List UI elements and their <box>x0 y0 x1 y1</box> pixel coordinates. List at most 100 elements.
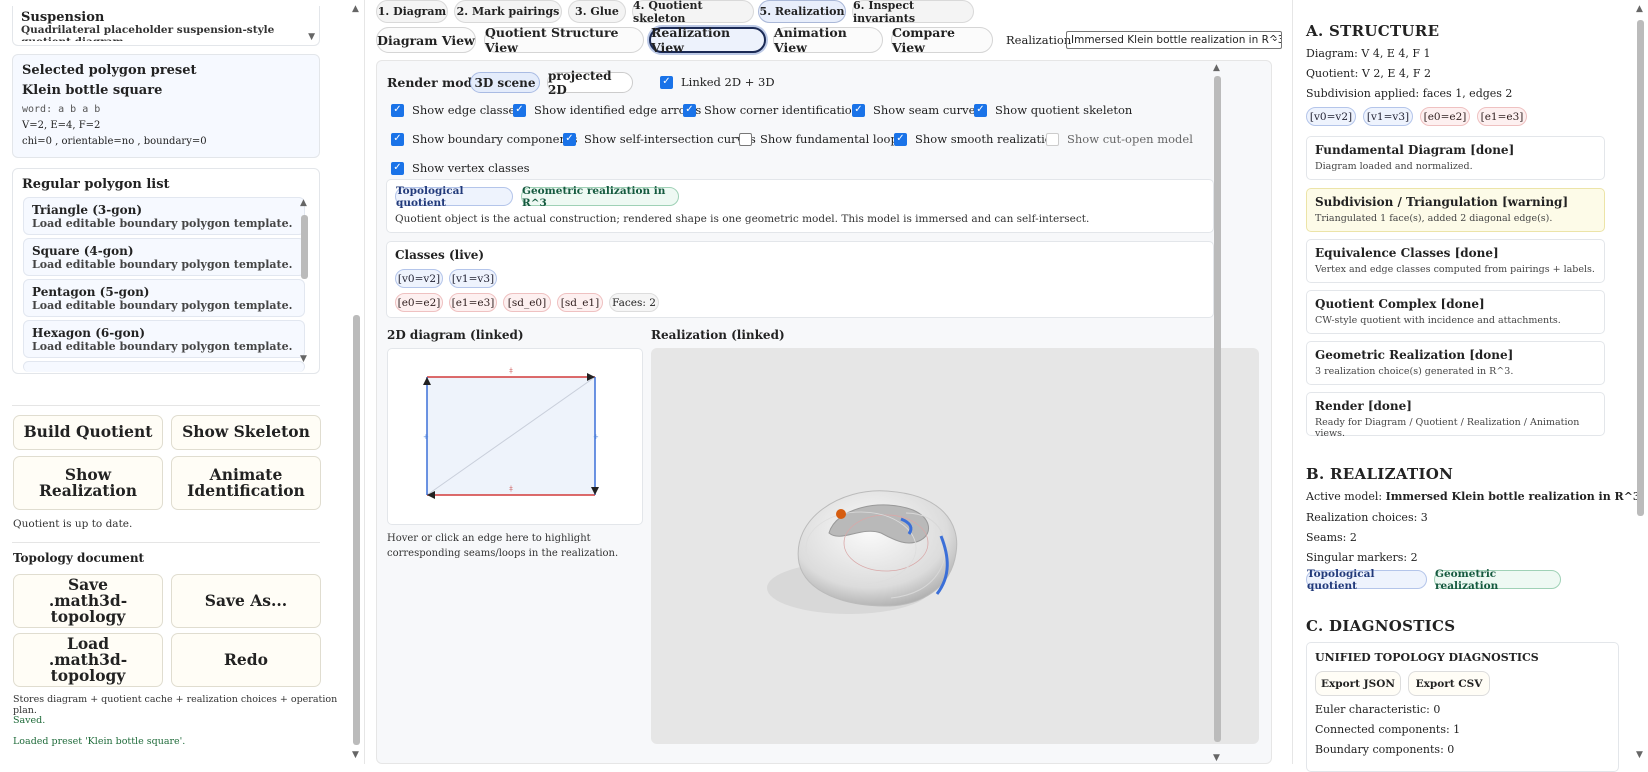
tab-realization[interactable]: 5. Realization <box>758 0 846 23</box>
step-render[interactable]: Render [done] Ready for Diagram / Quotien… <box>1306 392 1605 439</box>
topology-doc-heading: Topology document <box>13 551 145 565</box>
right-scroll-up-icon[interactable]: ▲ <box>1636 5 1643 14</box>
animation-view-button[interactable]: Animation View <box>773 25 883 55</box>
list-scroll-up-icon[interactable]: ▲ <box>300 199 307 208</box>
tab-quotient-skeleton[interactable]: 4. Quotient skeleton <box>632 0 754 25</box>
stage-tabs: 1. Diagram 2. Mark pairings 3. Glue 4. Q… <box>376 0 1276 25</box>
show-corner-identifications-checkbox[interactable]: ✓ Show corner identifications <box>683 103 865 117</box>
diagnostics-card: UNIFIED TOPOLOGY DIAGNOSTICS Export JSON… <box>1306 642 1619 772</box>
chevron-down-icon[interactable]: ▼ <box>308 32 315 42</box>
checkbox-label: Show edge classes <box>412 103 522 117</box>
step-quotient-complex[interactable]: Quotient Complex [done] CW-style quotient… <box>1306 290 1605 334</box>
linked-2d-3d-checkbox[interactable]: ✓ Linked 2D + 3D <box>660 75 775 89</box>
chevron-down-icon: ⌄ <box>1270 33 1279 44</box>
singular-markers-count: Singular markers: 2 <box>1306 551 1418 564</box>
show-cut-open-model-checkbox[interactable]: Show cut-open model <box>1046 132 1193 146</box>
show-edge-classes-checkbox[interactable]: ✓ Show edge classes <box>391 103 521 117</box>
right-scroll-down-icon[interactable]: ▼ <box>1636 751 1643 760</box>
tab-glue[interactable]: 3. Glue <box>568 0 626 23</box>
animate-identification-button[interactable]: Animate Identification <box>171 456 321 510</box>
preset-dropdown[interactable]: Suspension Quadrilateral placeholder sus… <box>12 6 320 46</box>
step-equivalence-classes[interactable]: Equivalence Classes [done] Vertex and edg… <box>1306 239 1605 283</box>
check-icon: ✓ <box>563 132 576 146</box>
topological-quotient-chip: Topological quotient <box>1306 568 1427 592</box>
active-model: Active model: Immersed Klein bottle real… <box>1306 490 1641 503</box>
checkbox-label: Show corner identifications <box>704 103 865 117</box>
list-item[interactable]: Pentagon (5-gon) Load editable boundary p… <box>23 279 305 317</box>
list-item[interactable] <box>23 361 305 372</box>
realization-3d-canvas[interactable] <box>651 348 1259 744</box>
save-topology-button[interactable]: Save .math3d-topology <box>13 574 163 628</box>
list-item-title: Triangle (3-gon) <box>32 203 143 217</box>
save-as-button[interactable]: Save As... <box>171 574 321 628</box>
preset-title: Suspension <box>21 10 105 25</box>
list-item[interactable]: Triangle (3-gon) Load editable boundary p… <box>23 197 305 235</box>
vertex-class-chip: [v1=v3] <box>449 269 497 288</box>
right-scrollbar-thumb[interactable] <box>1637 20 1644 516</box>
left-scroll-down-icon[interactable]: ▼ <box>352 751 359 760</box>
show-vertex-classes-checkbox[interactable]: ✓ Show vertex classes <box>391 161 530 175</box>
diagram2d-canvas[interactable]: ‡ ‡ + + <box>387 348 643 525</box>
export-json-button[interactable]: Export JSON <box>1315 671 1401 696</box>
main-scroll-down-icon[interactable]: ▼ <box>1213 754 1220 763</box>
step-title: Render [done] <box>1315 399 1412 413</box>
show-skeleton-button[interactable]: Show Skeleton <box>171 415 321 450</box>
export-csv-button[interactable]: Export CSV <box>1408 671 1490 696</box>
list-item-sub: Load editable boundary polygon template. <box>32 340 293 353</box>
quotient-structure-view-button[interactable]: Quotient Structure View <box>484 25 644 55</box>
show-fundamental-loops-checkbox[interactable]: Show fundamental loops <box>739 132 904 146</box>
list-item[interactable]: Square (4-gon) Load editable boundary pol… <box>23 238 305 276</box>
show-quotient-skeleton-checkbox[interactable]: ✓ Show quotient skeleton <box>974 103 1132 117</box>
show-self-intersection-curves-checkbox[interactable]: ✓ Show self-intersection curves <box>563 132 756 146</box>
step-fundamental-diagram[interactable]: Fundamental Diagram [done] Diagram loaded… <box>1306 136 1605 180</box>
edge-class-chip: [sd_e0] <box>503 293 551 312</box>
left-scrollbar-thumb[interactable] <box>353 315 360 745</box>
edge-class-chip: [e1=e3] <box>1477 107 1527 126</box>
tab-mark-pairings[interactable]: 2. Mark pairings <box>454 0 562 23</box>
checkbox-label: Show identified edge arrows <box>534 103 702 117</box>
render-mode-3d[interactable]: 3D scene <box>470 72 540 93</box>
list-item[interactable]: Hexagon (6-gon) Load editable boundary po… <box>23 320 305 358</box>
check-icon: ✓ <box>391 103 404 117</box>
realization-view-button[interactable]: Realization View <box>649 25 766 55</box>
list-scrollbar-thumb[interactable] <box>301 215 308 279</box>
redo-button[interactable]: Redo <box>171 633 321 687</box>
diagram-view-button[interactable]: Diagram View <box>376 27 476 53</box>
list-item-title: Pentagon (5-gon) <box>32 285 150 299</box>
edge-tick: ‡ <box>509 485 513 493</box>
left-scroll-up-icon[interactable]: ▲ <box>352 5 359 14</box>
load-topology-button[interactable]: Load .math3d-topology <box>13 633 163 687</box>
check-icon: ✓ <box>974 103 987 117</box>
check-icon: ✓ <box>894 132 907 146</box>
faces-count-chip: Faces: 2 <box>609 293 659 312</box>
show-smooth-realization-checkbox[interactable]: ✓ Show smooth realization <box>894 132 1059 146</box>
doc-note: Stores diagram + quotient cache + realiz… <box>13 694 338 716</box>
show-identified-edge-arrows-checkbox[interactable]: ✓ Show identified edge arrows <box>513 103 701 117</box>
check-icon: ✓ <box>391 132 404 146</box>
tab-inspect-invariants[interactable]: 6. Inspect invariants <box>852 0 974 25</box>
show-seam-curves-checkbox[interactable]: ✓ Show seam curves <box>852 103 981 117</box>
singular-marker <box>836 509 846 519</box>
compare-view-button[interactable]: Compare View <box>891 25 993 55</box>
show-realization-button[interactable]: Show Realization <box>13 456 163 510</box>
structure-subdivision: Subdivision applied: faces 1, edges 2 <box>1306 87 1513 100</box>
main-scrollbar-thumb[interactable] <box>1214 76 1221 742</box>
vertex-class-chip: [v1=v3] <box>1363 107 1413 126</box>
step-geometric-realization[interactable]: Geometric Realization [done] 3 realizatio… <box>1306 341 1605 385</box>
edge-tick: ‡ <box>509 367 513 375</box>
render-mode-2d[interactable]: projected 2D <box>547 69 633 97</box>
polygon-diagram[interactable]: ‡ ‡ + + <box>388 349 644 526</box>
checkbox-label: Show fundamental loops <box>760 132 904 146</box>
list-scroll-down-icon[interactable]: ▼ <box>300 355 307 364</box>
check-icon: ✓ <box>513 103 526 117</box>
klein-bottle-render[interactable] <box>651 348 1259 744</box>
step-subdivision[interactable]: Subdivision / Triangulation [warning] Tri… <box>1306 188 1605 232</box>
polygon-list-heading: Regular polygon list <box>22 177 170 192</box>
edge-class-chip: [sd_e1] <box>557 293 603 312</box>
checkbox-label: Show smooth realization <box>915 132 1060 146</box>
show-boundary-components-checkbox[interactable]: ✓ Show boundary components <box>391 132 577 146</box>
tab-diagram[interactable]: 1. Diagram <box>376 0 448 23</box>
realization-select[interactable]: Immersed Klein bottle realization in R^3… <box>1066 31 1282 49</box>
build-quotient-button[interactable]: Build Quotient <box>13 415 163 450</box>
main-scroll-up-icon[interactable]: ▲ <box>1213 64 1220 73</box>
